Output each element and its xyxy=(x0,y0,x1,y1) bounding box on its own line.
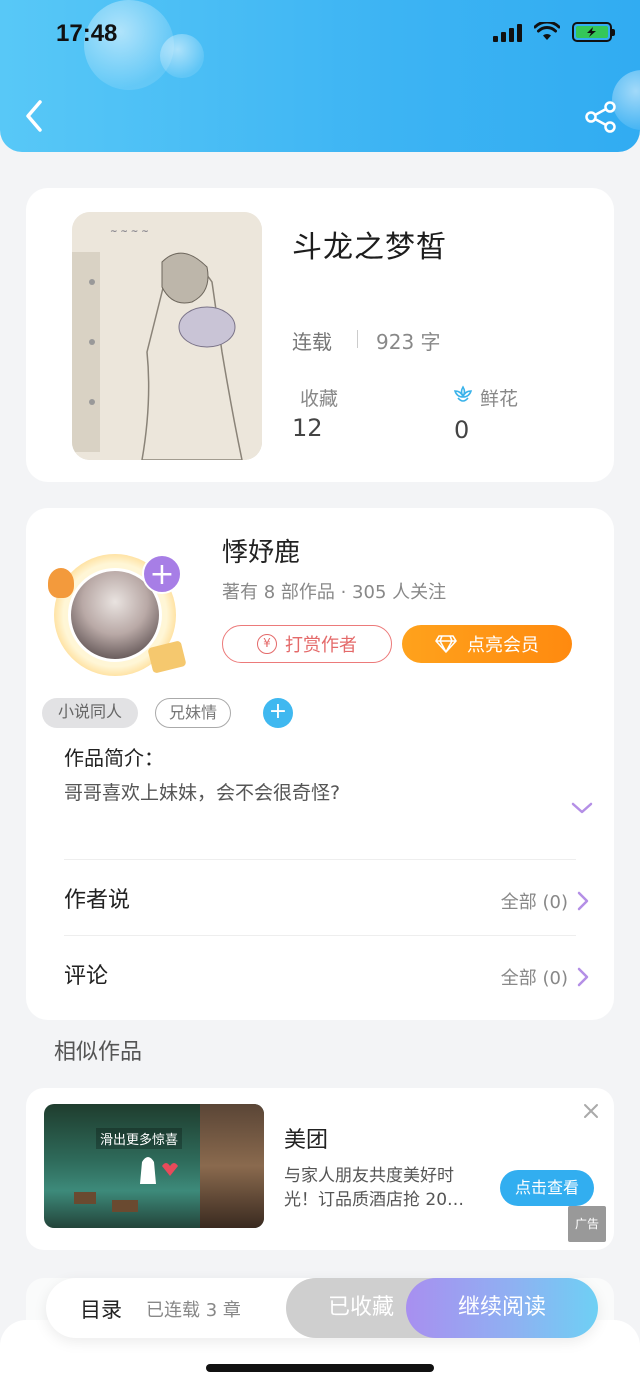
ad-image[interactable]: 滑出更多惊喜 xyxy=(44,1104,264,1228)
close-icon[interactable] xyxy=(582,1102,600,1120)
tag-item[interactable]: 兄妹情 xyxy=(155,698,231,728)
bottom-action-bar: 目录 已连载 3 章 已收藏 继续阅读 xyxy=(46,1278,598,1338)
favorites-label: 收藏 xyxy=(300,388,339,410)
flowers-label: 鲜花 xyxy=(480,388,519,410)
ad-description: 与家人朋友共度美好时光！订品质酒店抢 20… xyxy=(284,1166,465,1210)
flowers-count: 0 xyxy=(454,416,470,444)
chevron-right-icon xyxy=(577,891,589,911)
divider xyxy=(64,859,576,860)
book-title: 斗龙之梦皙 xyxy=(292,230,447,265)
battery-icon xyxy=(572,22,615,42)
ad-scene-drawing xyxy=(74,1157,178,1212)
intro-title: 作品简介： xyxy=(64,746,164,770)
book-word-count: 923 字 xyxy=(376,330,441,354)
avatar-decoration xyxy=(48,568,74,598)
similar-works-title: 相似作品 xyxy=(54,1040,143,1065)
ad-view-button[interactable]: 点击查看 xyxy=(500,1170,594,1206)
wifi-icon xyxy=(534,22,560,40)
header: 17:48 xyxy=(0,0,640,152)
tip-author-label: 打赏作者 xyxy=(285,635,357,656)
divider xyxy=(357,330,358,348)
author-meta: 著有 8 部作品 · 305 人关注 xyxy=(222,582,447,603)
add-tag-button[interactable]: + xyxy=(263,698,293,728)
decor-bubble xyxy=(160,34,204,78)
continue-reading-button[interactable]: 继续阅读 xyxy=(406,1278,598,1338)
comments-count: 全部 (0) xyxy=(500,968,568,989)
follow-author-button[interactable]: + xyxy=(142,554,182,594)
book-status: 连载 xyxy=(292,330,332,354)
chevron-down-icon[interactable] xyxy=(570,798,594,818)
ad-tag: 广告 xyxy=(568,1206,606,1242)
toc-button[interactable]: 目录 xyxy=(80,1294,122,1324)
vip-label: 点亮会员 xyxy=(467,635,539,656)
tip-author-button[interactable]: ¥ 打赏作者 xyxy=(222,625,392,663)
diamond-icon xyxy=(435,635,457,653)
intro-text: 哥哥喜欢上妹妹，会不会很奇怪? xyxy=(64,782,341,804)
book-cover[interactable]: ~ ~ ~ ~ xyxy=(72,212,262,460)
flower-icon[interactable] xyxy=(452,384,474,406)
cover-sketch-image: ~ ~ ~ ~ xyxy=(72,212,262,460)
home-indicator xyxy=(206,1364,434,1372)
ad-card[interactable]: 滑出更多惊喜 美团 与家人朋友共度美好时光！订品质酒店抢 20… 点击查看 广告 xyxy=(26,1088,614,1250)
status-time: 17:48 xyxy=(56,20,118,47)
svg-text:~ ~ ~ ~: ~ ~ ~ ~ xyxy=(110,227,149,237)
chevron-right-icon xyxy=(577,967,589,987)
signal-icon xyxy=(493,22,522,42)
author-name: 悸妤鹿 xyxy=(222,538,301,568)
share-button[interactable] xyxy=(584,100,618,134)
favorites-count: 12 xyxy=(292,414,323,442)
divider xyxy=(64,935,576,936)
author-says-count: 全部 (0) xyxy=(500,892,568,913)
vip-button[interactable]: 点亮会员 xyxy=(402,625,572,663)
chapter-count: 已连载 3 章 xyxy=(146,1300,241,1321)
tag-item[interactable]: 小说同人 xyxy=(42,698,138,728)
comments-all-link[interactable]: 全部 (0) xyxy=(501,964,590,990)
back-button[interactable] xyxy=(20,96,50,136)
status-icons xyxy=(493,22,615,42)
author-says-label: 作者说 xyxy=(64,888,131,913)
author-card: + 悸妤鹿 著有 8 部作品 · 305 人关注 ¥ 打赏作者 点亮会员 小说同… xyxy=(26,508,614,1020)
comments-label: 评论 xyxy=(64,964,109,989)
ad-title: 美团 xyxy=(284,1128,329,1153)
book-info-card: ~ ~ ~ ~ 斗龙之梦皙 连载 923 字 收藏 12 鲜花 0 xyxy=(26,188,614,482)
yen-icon: ¥ xyxy=(257,634,277,654)
author-says-all-link[interactable]: 全部 (0) xyxy=(501,888,590,914)
